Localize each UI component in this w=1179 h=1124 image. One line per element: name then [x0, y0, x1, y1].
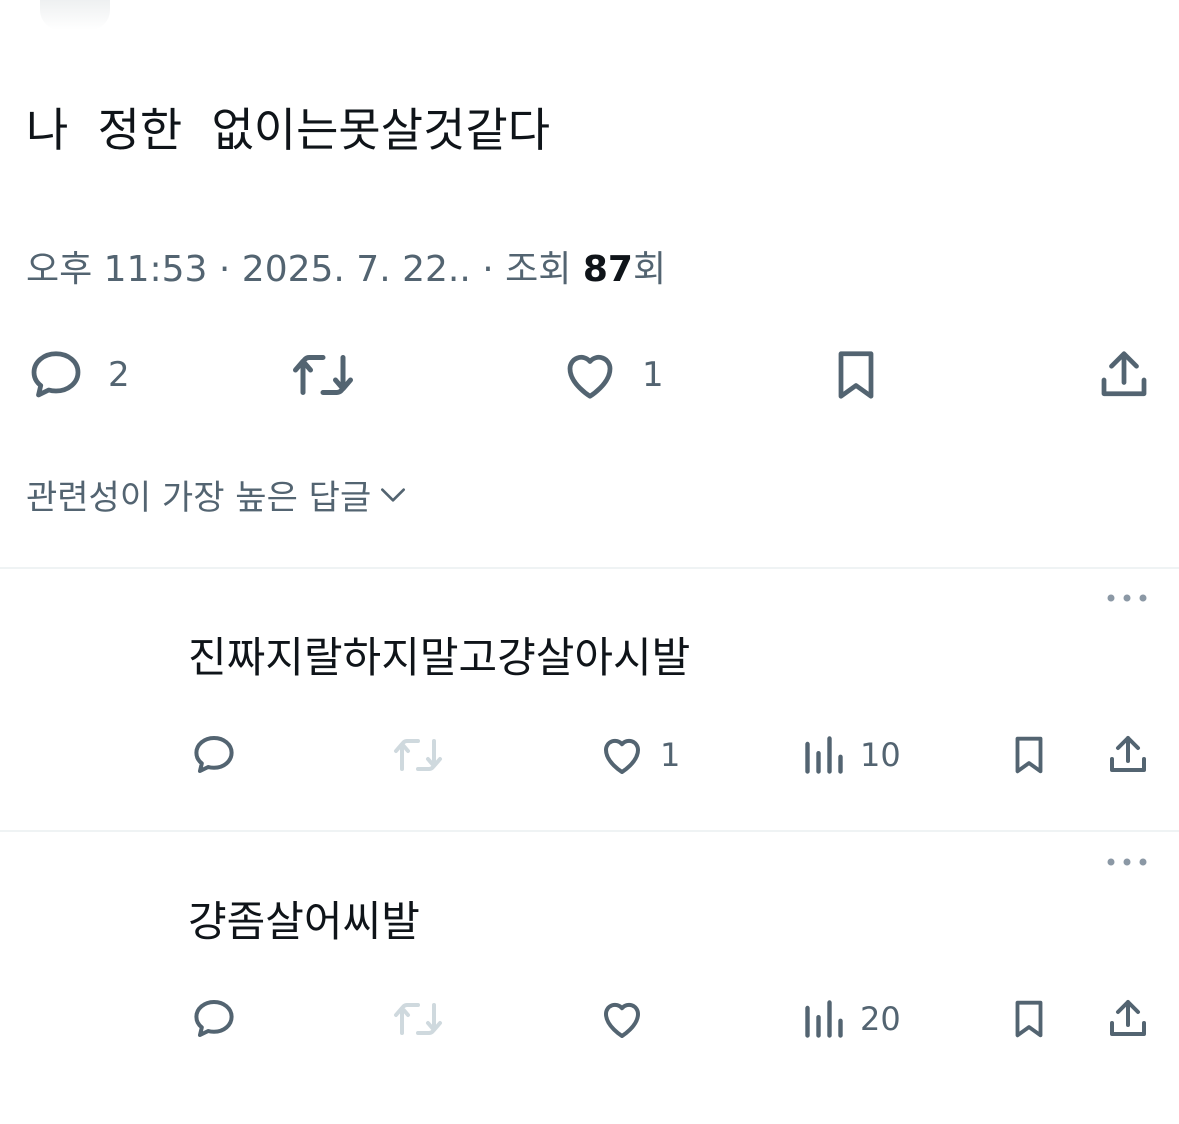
- retweet-icon: [394, 1003, 442, 1035]
- retweet-button[interactable]: [392, 732, 444, 778]
- tweet-action-bar: 2 1: [0, 340, 1179, 410]
- like-icon: [603, 1002, 641, 1038]
- views-suffix: 회: [632, 249, 667, 290]
- like-icon: [603, 738, 641, 774]
- share-icon: [1101, 351, 1147, 397]
- like-button[interactable]: [598, 996, 660, 1042]
- retweet-button[interactable]: [392, 996, 444, 1042]
- views-icon: [805, 736, 843, 774]
- retweet-icon: [293, 355, 353, 395]
- tweet-time[interactable]: 오후 11:53: [26, 249, 207, 290]
- meta-separator: ·: [482, 249, 494, 290]
- reply-text: 걍좀살어씨발: [188, 897, 420, 946]
- share-button[interactable]: [1104, 996, 1152, 1042]
- more-icon[interactable]: [1105, 852, 1149, 872]
- bookmark-icon: [838, 351, 874, 399]
- views-label: 조회: [505, 249, 572, 290]
- bookmark-icon: [1015, 736, 1043, 774]
- bookmark-button[interactable]: [1006, 996, 1052, 1042]
- tweet-date[interactable]: 2025. 7. 22.: [242, 249, 460, 290]
- tweet-detail-page: 나 정한 없이는못살것같다 오후 11:53 · 2025. 7. 22.. ·…: [0, 0, 1179, 1124]
- avatar-edge: [40, 0, 110, 30]
- share-icon: [1110, 736, 1146, 772]
- like-button[interactable]: 1: [560, 340, 664, 410]
- chevron-down-icon: [381, 487, 406, 502]
- reply-text: 진짜지랄하지말고걍살아시발: [188, 633, 691, 682]
- more-icon[interactable]: [1105, 588, 1149, 608]
- share-button[interactable]: [1094, 340, 1154, 410]
- like-icon: [567, 355, 613, 399]
- reply-icon: [31, 351, 81, 398]
- bookmark-button[interactable]: [826, 340, 886, 410]
- views-count: 20: [860, 1000, 901, 1038]
- reply-icon: [194, 1000, 234, 1037]
- share-button[interactable]: [1104, 732, 1152, 778]
- views-icon: [805, 1000, 843, 1038]
- share-icon: [1110, 1000, 1146, 1036]
- sort-label: 관련성이 가장 높은 답글: [26, 478, 372, 518]
- reply-count: 2: [108, 355, 130, 395]
- retweet-icon: [394, 739, 442, 771]
- reply-button[interactable]: 2: [26, 340, 130, 410]
- reply-item[interactable]: 진짜지랄하지말고걍살아시발 1 10: [0, 568, 1179, 830]
- bookmark-icon: [1015, 1000, 1043, 1038]
- reply-item[interactable]: 걍좀살어씨발 20: [0, 832, 1179, 1094]
- views-count: 10: [860, 736, 901, 774]
- like-count: 1: [660, 736, 681, 774]
- like-count: 1: [642, 355, 664, 395]
- views-count: 87: [582, 249, 633, 290]
- reply-button[interactable]: [190, 732, 238, 778]
- views-button[interactable]: 10: [802, 732, 901, 778]
- tweet-text: 나 정한 없이는못살것같다: [26, 103, 551, 157]
- tweet-meta: 오후 11:53 · 2025. 7. 22.. · 조회 87회: [26, 249, 667, 290]
- like-button[interactable]: 1: [598, 732, 680, 778]
- meta-separator: ·: [218, 249, 231, 290]
- reply-button[interactable]: [190, 996, 238, 1042]
- bookmark-button[interactable]: [1006, 732, 1052, 778]
- reply-sort-dropdown[interactable]: 관련성이 가장 높은 답글: [26, 470, 409, 519]
- views-button[interactable]: 20: [802, 996, 901, 1042]
- reply-icon: [194, 736, 234, 773]
- retweet-button[interactable]: [290, 340, 356, 410]
